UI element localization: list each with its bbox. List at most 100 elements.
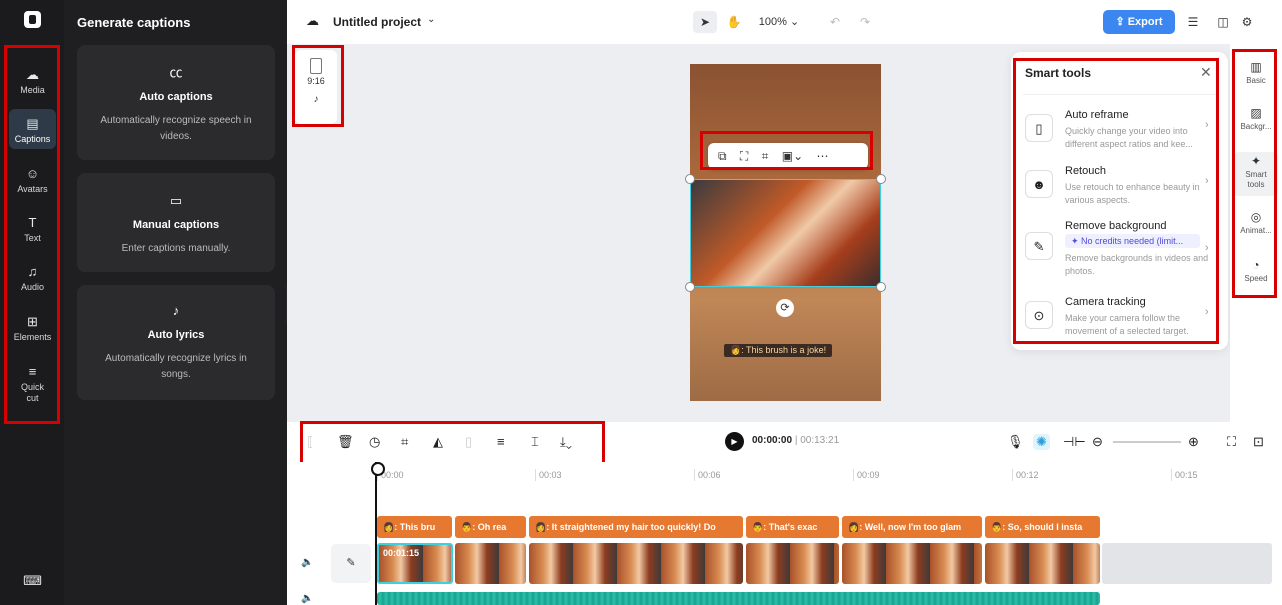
rotate-handle[interactable]: ⟳ [776,299,794,317]
timeline: 00:00 00:03 00:06 00:09 00:12 00:15 👩: T… [287,462,1282,605]
rail-item-basic[interactable]: ▥ Basic [1234,61,1278,86]
rail-item-background[interactable]: ▨ Backgr... [1234,107,1278,132]
time-tick: 00:06 [694,469,721,481]
keyboard-icon: ⌨ [23,573,42,588]
ai-icon[interactable]: ✺ [1033,434,1050,450]
close-icon[interactable]: ✕ [1200,64,1212,81]
rail-item-text[interactable]: T Text [9,215,56,247]
rail-item-smart-tools[interactable]: ✦ Smart tools [1234,152,1278,196]
more-icon[interactable]: ⋯ [817,149,829,163]
video-clip[interactable] [746,543,839,584]
split-icon[interactable]: ⟦ [307,434,313,450]
chevron-down-icon[interactable]: ⌄ [427,14,435,25]
tool-retouch[interactable]: ☻ Retouch Use retouch to enhance beauty … [1025,165,1217,209]
stack-button[interactable]: ☰ [1183,11,1203,33]
rail-item-captions[interactable]: ▤ Captions [9,109,56,149]
divider [1023,94,1216,95]
play-circle-icon[interactable]: ◷ [369,434,380,450]
auto-lyrics-card[interactable]: ♪ Auto lyrics Automatically recognize ly… [77,285,275,400]
delete-icon[interactable]: 🗑 [337,434,354,450]
fit-timeline-icon[interactable]: ⛶ [1227,434,1236,450]
selected-video-frame[interactable] [690,179,881,287]
timeline-toolbar: ⟦ 🗑 ◷ ⌗ ◭ ▯ ≡ ⌶ ⤓⌄ ▶ 00:00:00 | 00:13:21… [287,422,1282,462]
undo-button[interactable]: ↶ [825,11,845,33]
redo-icon: ↷ [859,15,871,29]
replace-icon[interactable]: ⧉ [718,149,727,163]
manual-captions-card[interactable]: ▭ Manual captions Enter captions manuall… [77,173,275,272]
video-clip[interactable] [985,543,1100,584]
tiktok-icon: ♪ [313,94,319,105]
app-logo-icon[interactable] [24,11,41,28]
settings-button[interactable]: ⚙ [1237,11,1257,33]
caption-clip[interactable]: 👨: Oh rea [455,516,526,538]
zoom-in-icon[interactable]: ⊕ [1188,434,1199,450]
tool-remove-background[interactable]: ✎ Remove background ✦ No credits needed … [1025,220,1217,280]
aspect-ratio-button[interactable]: 9:16 ♪ [295,50,337,124]
time-tick: 00:03 [535,469,562,481]
rail-item-media[interactable]: ☁ Media [9,67,56,99]
layout-button[interactable]: ◫ [1213,11,1233,33]
export-button[interactable]: ⇪ Export [1103,10,1175,34]
hand-tool-button[interactable]: ✋ [723,11,745,33]
volume-icon[interactable]: 🔈 [301,557,313,568]
crop-icon[interactable]: ⌗ [401,434,408,450]
pointer-icon: ➤ [699,15,711,29]
playhead[interactable] [371,462,385,605]
rail-item-audio[interactable]: ♫ Audio [9,264,56,296]
snap-icon[interactable]: ⊣⊢ [1063,434,1086,450]
caption-clip[interactable]: 👨: So, should I insta [985,516,1100,538]
comment-icon[interactable]: ⊡ [1253,434,1264,450]
volume-icon[interactable]: 🔈 [301,593,313,604]
play-button[interactable]: ▶ [725,432,744,451]
video-clip[interactable] [842,543,982,584]
phone-icon [310,58,322,74]
camera-tracking-icon: ⊙ [1025,301,1053,329]
background-icon[interactable]: ▣⌄ [782,149,803,163]
zoom-out-icon[interactable]: ⊖ [1092,434,1103,450]
freeze-icon[interactable]: ▯ [465,434,472,450]
time-tick: 00:09 [853,469,880,481]
captions-icon: ▤ [26,116,39,131]
rail-item-quick-cut[interactable]: ≡ Quick cut [9,364,56,408]
caption-clip[interactable]: 👨: That's exac [746,516,839,538]
track-edit-button[interactable]: ✎ [331,544,371,583]
video-caption[interactable]: 👩: This brush is a joke! [724,344,833,357]
download-icon[interactable]: ⤓⌄ [560,434,572,450]
rail-item-elements[interactable]: ⊞ Elements [9,314,56,346]
caption-clip[interactable]: 👩: It straightened my hair too quickly! … [529,516,743,538]
video-clip[interactable] [455,543,526,584]
keyboard-shortcuts-button[interactable]: ⌨ [9,573,56,591]
time-tick: 00:15 [1171,469,1198,481]
caption-clip[interactable]: 👩: This bru [377,516,452,538]
chevron-right-icon: › [1205,306,1209,318]
resize-handle-tl[interactable] [685,174,695,184]
retouch-icon: ☻ [1025,170,1053,198]
resize-handle-br[interactable] [876,282,886,292]
quick-cut-icon: ≡ [28,364,37,379]
quick-cut-icon[interactable]: ≡ [497,434,505,449]
video-clip[interactable] [529,543,743,584]
rail-item-speed[interactable]: ◔ Speed [1234,259,1278,284]
project-name[interactable]: Untitled project [333,15,421,29]
zoom-dropdown[interactable]: 100% ⌄ [755,11,803,33]
rail-item-animation[interactable]: ◎ Animat... [1234,211,1278,236]
audio-clip[interactable] [377,592,1100,605]
insert-icon[interactable]: ⌶ [531,434,539,450]
microphone-icon[interactable]: 🎙 [1007,434,1024,450]
fit-icon[interactable]: ⛶ [740,149,748,163]
resize-handle-bl[interactable] [685,282,695,292]
crop-icon[interactable]: ⌗ [762,149,769,163]
rail-item-avatars[interactable]: ☺ Avatars [9,166,56,198]
redo-button[interactable]: ↷ [855,11,875,33]
resize-handle-tr[interactable] [876,174,886,184]
auto-captions-card[interactable]: ㏄ Auto captions Automatically recognize … [77,45,275,160]
flip-icon[interactable]: ◭ [433,434,443,450]
tool-auto-reframe[interactable]: ▯ Auto reframe Quickly change your video… [1025,109,1217,153]
time-display: 00:00:00 | 00:13:21 [752,435,840,446]
pencil-icon: ✎ [346,557,356,569]
select-tool-button[interactable]: ➤ [693,11,717,33]
cloud-upload-icon: ☁ [26,67,39,82]
caption-clip[interactable]: 👩: Well, now I'm too glam [842,516,982,538]
zoom-slider[interactable] [1113,441,1181,443]
tool-camera-tracking[interactable]: ⊙ Camera tracking Make your camera follo… [1025,296,1217,340]
